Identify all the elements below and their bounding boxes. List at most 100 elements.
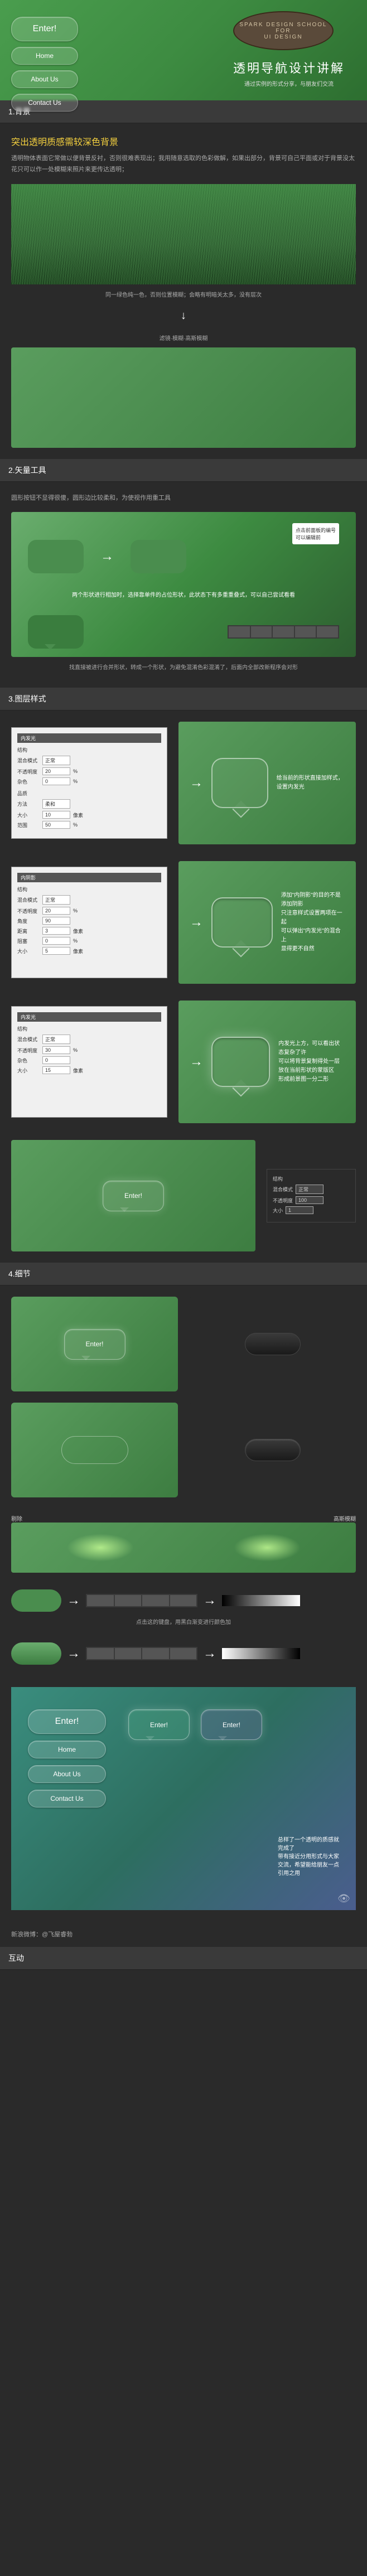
shape-row-1: → xyxy=(28,540,339,573)
blur-demo-row: 剔除 高斯模糊 xyxy=(11,1514,356,1573)
gradient-demo-1: → → xyxy=(11,1589,356,1612)
detail-grid: Enter! xyxy=(11,1297,356,1497)
subtitle-chinese: 通过实例的形式分享，与朋友们交流 xyxy=(233,79,345,88)
detail-panel-3 xyxy=(11,1403,178,1497)
gradient-bar-1 xyxy=(222,1595,300,1606)
section-1-content: 突出透明质感需较深色背景 透明物体表面它常做以便背景反衬，否则很难表现出；我用随… xyxy=(0,123,367,459)
note3: 内发光上方，可以看出状态复杂了许 可以将背景复制得处一层 放在当前形状的蒙版区 … xyxy=(278,1040,345,1084)
gradient-demo-2: → → xyxy=(11,1642,356,1665)
enter-bubble: Enter! xyxy=(64,1329,125,1360)
shape-row-2 xyxy=(28,615,339,649)
detail-panel-4 xyxy=(189,1403,356,1497)
footer-weibo: 新浪微博：@飞屋睿勃 xyxy=(0,1921,367,1947)
speech-bubble-shape xyxy=(131,540,186,573)
panel-title-2: 内阴影 xyxy=(17,873,161,882)
arrow-right-icon: → xyxy=(190,1054,203,1070)
arrow-right-icon: → xyxy=(67,1593,80,1608)
pill-shape-dark xyxy=(245,1333,301,1355)
preview-4: Enter! xyxy=(11,1140,255,1251)
wheat-photo xyxy=(11,184,356,284)
ellipse-outline xyxy=(61,1436,128,1464)
about-button[interactable]: About Us xyxy=(11,70,78,88)
speech-bubble-2 xyxy=(28,615,84,649)
delete-label: 剔除 xyxy=(11,1514,22,1523)
rounded-rect-shape xyxy=(28,540,84,573)
layer-style-panel-1: 内发光 结构 混合模式正常 不透明度20% 杂色0% 品质 方法柔和 大小10像… xyxy=(11,727,167,839)
arrow-right-icon: → xyxy=(190,775,203,791)
final-about-button[interactable]: About Us xyxy=(28,1765,106,1783)
green-gradient-panel: 点击前面板的编号 可以编辑前 → 两个形状进行相加时，选择靠单件的占位形状，此状… xyxy=(11,512,356,657)
dark-settings-panel: 结构 混合模式 正常 不透明度 100 大小 1 xyxy=(267,1169,356,1222)
panel-struct-label: 结构 xyxy=(17,746,161,753)
final-nav-column: Enter! Home About Us Contact Us xyxy=(28,1709,106,1807)
logo-line2: FOR xyxy=(276,28,291,34)
block2-caption: 两个形状进行相加时，选择靠单件的占位形状，此状态下有多重重叠式，可以自己尝试看看 xyxy=(28,584,339,604)
pill-green-2 xyxy=(11,1642,61,1665)
final-bubble-1: Enter! xyxy=(128,1709,190,1740)
block1-caption1: 同一绿色纯一色，否则位置模糊；会略有明暗关太多，没有层次 xyxy=(11,284,356,304)
preview-2: → 添加"内阴影"的目的不是添加阴影 只注意样式设置两项在一起 可以弹出"内发光… xyxy=(178,861,356,984)
block2-desc: 圆形按钮不显得很傻，圆形边比较柔和，为使视作用重工具 xyxy=(11,493,356,504)
detail-panel-1: Enter! xyxy=(11,1297,178,1391)
arrow-right-icon: → xyxy=(67,1646,80,1661)
pill-shape-dark-2 xyxy=(245,1439,301,1461)
panel-tooltip: 点击前面板的编号 可以编辑前 xyxy=(292,523,339,544)
contact-button[interactable]: Contact Us xyxy=(11,94,78,112)
style-row-1: 内发光 结构 混合模式正常 不透明度20% 杂色0% 品质 方法柔和 大小10像… xyxy=(11,722,356,844)
gaussian-label: 高斯模糊 xyxy=(334,1514,356,1523)
style-row-2: 内阴影 结构 混合模式正常 不透明度20% 角度90 距离3像素 阻塞0% 大小… xyxy=(11,861,356,984)
final-showcase: Enter! Home About Us Contact Us Enter! E… xyxy=(11,1687,356,1910)
section-3-content: 内发光 结构 混合模式正常 不透明度20% 杂色0% 品质 方法柔和 大小10像… xyxy=(0,711,367,1263)
section-4-header: 4.细节 xyxy=(0,1263,367,1285)
layer-style-panel-2: 内阴影 结构 混合模式正常 不透明度20% 角度90 距离3像素 阻塞0% 大小… xyxy=(11,867,167,978)
title-chinese: 透明导航设计讲解 xyxy=(233,59,345,76)
toolbar-mock-2 xyxy=(86,1594,197,1607)
preview-1: → 给当前的形状直接加样式，设置内发光 xyxy=(178,722,356,844)
dialog-bubble-3 xyxy=(211,1037,270,1087)
block1-desc: 透明物体表面它常做以便背景反衬，否则很难表现出；我用随意选取的色彩做解，如果出部… xyxy=(11,153,356,176)
note1: 给当前的形状直接加样式，设置内发光 xyxy=(277,774,345,792)
blur-oval-1 xyxy=(67,1534,134,1562)
final-bubble-2: Enter! xyxy=(201,1709,262,1740)
blur-oval-2 xyxy=(234,1534,301,1562)
arrow-label: 滤镜·模糊·高斯模糊 xyxy=(11,328,356,347)
arrow-right-icon: → xyxy=(100,549,114,564)
final-home-button[interactable]: Home xyxy=(28,1741,106,1758)
layer-style-panel-3: 内发光 结构 混合模式正常 不透明度30% 杂色0 大小15像素 xyxy=(11,1006,167,1118)
logo-area: SPARK DESIGN SCHOOL FOR UI DESIGN 透明导航设计… xyxy=(233,11,345,88)
section-5-header: 互动 xyxy=(0,1947,367,1970)
toolbar-mock-3 xyxy=(86,1647,197,1660)
dialog-bubble-1 xyxy=(211,758,268,808)
nav-column: Enter! Home About Us Contact Us xyxy=(11,17,78,112)
section-2-content: 圆形按钮不显得很傻，圆形边比较柔和，为使视作用重工具 点击前面板的编号 可以编辑… xyxy=(0,482,367,688)
page-header: Enter! Home About Us Contact Us SPARK DE… xyxy=(0,0,367,100)
arrow-down-icon: ↓ xyxy=(11,304,356,328)
gradient-bar-2 xyxy=(222,1648,300,1659)
arrow-right-icon: → xyxy=(203,1593,216,1608)
weibo-watermark-icon: 👁 xyxy=(337,1893,350,1905)
final-enter-button[interactable]: Enter! xyxy=(28,1709,106,1734)
section-3-header: 3.图层样式 xyxy=(0,688,367,711)
logo-line3: UI DESIGN xyxy=(264,34,302,40)
preview-3: → 内发光上方，可以看出状态复杂了许 可以将背景复制得处一层 放在当前形状的蒙版… xyxy=(178,1001,356,1123)
final-note: 总样了一个透明的质感就 完成了 带有接近分用形式与大家 交流，希望能给朋友一点 … xyxy=(278,1835,339,1877)
final-bubbles: Enter! Enter! xyxy=(128,1709,262,1740)
block2-footer-caption: 找直接被进行合并形状，转成一个形状，为避免混淆色彩混淆了，后面内全部改新程序会对… xyxy=(11,657,356,676)
style-row-3: 内发光 结构 混合模式正常 不透明度30% 杂色0 大小15像素 → 内发光上方… xyxy=(11,1001,356,1123)
gradient-caption: 点击这的键盘，用黑白渐变进行颜色加 xyxy=(11,1612,356,1631)
section-2-header: 2.矢量工具 xyxy=(0,459,367,482)
note2: 添加"内阴影"的目的不是添加阴影 只注意样式设置两项在一起 可以弹出"内发光"的… xyxy=(281,891,345,954)
arrow-right-icon: → xyxy=(203,1646,216,1661)
logo-line1: SPARK DESIGN SCHOOL xyxy=(239,22,327,28)
blurred-box xyxy=(11,347,356,448)
enter-button[interactable]: Enter! xyxy=(11,17,78,41)
toolbar-area xyxy=(228,625,339,639)
dialog-bubble-2 xyxy=(211,897,273,948)
pill-green-1 xyxy=(11,1589,61,1612)
section-4-content: Enter! 剔除 高斯模糊 → → 点击这的键盘，用黑白渐变进行颜色加 xyxy=(0,1285,367,1921)
final-contact-button[interactable]: Contact Us xyxy=(28,1790,106,1807)
block1-title: 突出透明质感需较深色背景 xyxy=(11,134,356,148)
enter-bubble-preview: Enter! xyxy=(103,1181,164,1211)
home-button[interactable]: Home xyxy=(11,47,78,65)
panel-title-1: 内发光 xyxy=(17,733,161,743)
